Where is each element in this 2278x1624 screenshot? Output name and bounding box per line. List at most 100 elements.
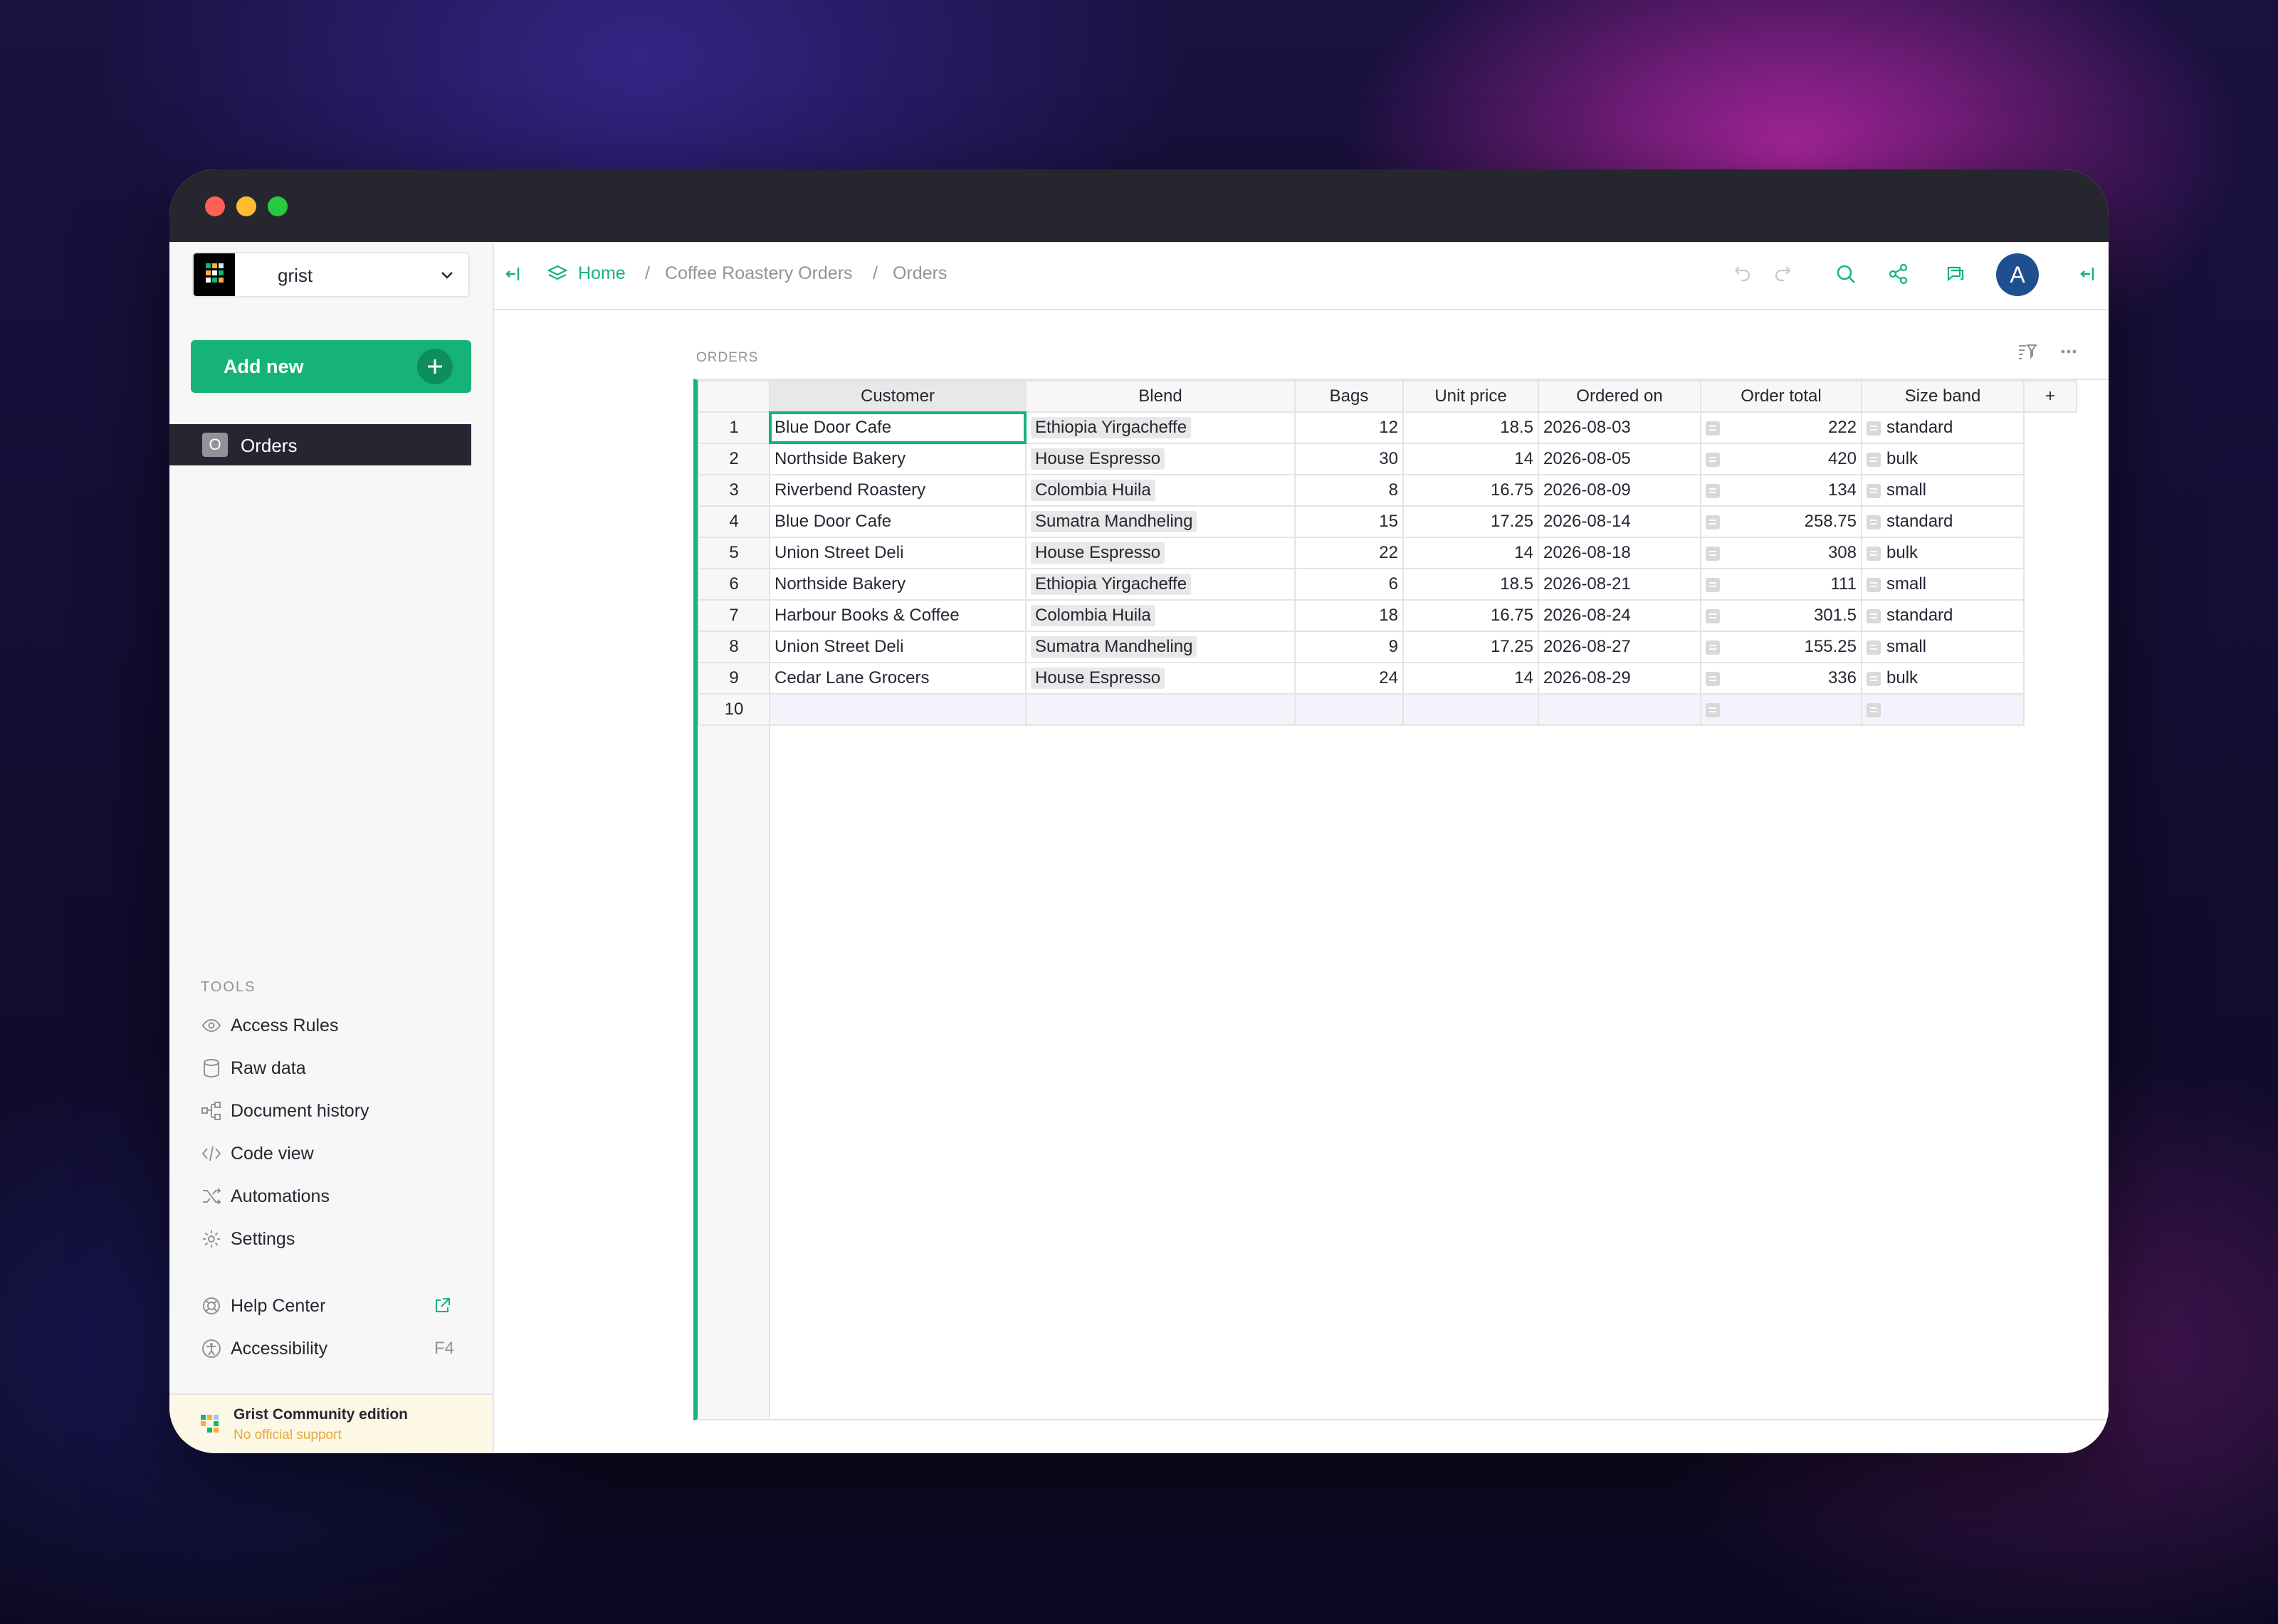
cell-bags[interactable]: 22 [1294, 537, 1404, 569]
workspace-selector[interactable]: grist [192, 252, 470, 297]
cell-ordered-on[interactable]: 2026-08-21 [1538, 568, 1701, 601]
minimize-window-button[interactable] [236, 196, 256, 216]
tool-automations[interactable]: Automations [201, 1181, 471, 1210]
cell-ordered-on[interactable]: 2026-08-24 [1538, 599, 1701, 632]
empty-cell[interactable] [1402, 693, 1539, 726]
maximize-window-button[interactable] [268, 196, 288, 216]
cell-order-total[interactable]: 308 [1700, 537, 1862, 569]
cell-order-total[interactable]: 420 [1700, 443, 1862, 475]
cell-bags[interactable]: 6 [1294, 568, 1404, 601]
cell-customer[interactable]: Blue Door Cafe [769, 411, 1027, 444]
cell-ordered-on[interactable]: 2026-08-05 [1538, 443, 1701, 475]
redo-icon[interactable] [1771, 260, 1798, 288]
cell-order-total[interactable]: 222 [1700, 411, 1862, 444]
row-number[interactable]: 5 [698, 537, 770, 569]
cell-bags[interactable]: 9 [1294, 631, 1404, 663]
cell-unit-price[interactable]: 16.75 [1402, 474, 1539, 507]
cell-customer[interactable]: Riverbend Roastery [769, 474, 1027, 507]
cell-unit-price[interactable]: 14 [1402, 537, 1539, 569]
empty-cell[interactable] [1700, 693, 1862, 726]
cell-order-total[interactable]: 336 [1700, 662, 1862, 695]
collapse-left-panel-icon[interactable] [501, 260, 528, 288]
accessibility-link[interactable]: Accessibility F4 [201, 1334, 471, 1362]
row-number[interactable]: 6 [698, 568, 770, 601]
search-icon[interactable] [1832, 260, 1859, 288]
column-header[interactable]: Customer [769, 380, 1027, 413]
cell-order-total[interactable]: 155.25 [1700, 631, 1862, 663]
cell-unit-price[interactable]: 14 [1402, 662, 1539, 695]
cell-size-band[interactable]: small [1861, 631, 2025, 663]
empty-cell[interactable] [1025, 693, 1296, 726]
cell-bags[interactable]: 15 [1294, 505, 1404, 538]
user-avatar[interactable]: A [1996, 253, 2039, 296]
cell-bags[interactable]: 24 [1294, 662, 1404, 695]
row-number[interactable]: 9 [698, 662, 770, 695]
cell-customer[interactable]: Northside Bakery [769, 443, 1027, 475]
undo-icon[interactable] [1727, 260, 1754, 288]
cell-bags[interactable]: 8 [1294, 474, 1404, 507]
column-header[interactable]: Size band [1861, 380, 2025, 413]
row-number[interactable]: 1 [698, 411, 770, 444]
cell-blend[interactable]: House Espresso [1025, 537, 1296, 569]
tool-settings[interactable]: Settings [201, 1224, 471, 1253]
cell-bags[interactable]: 18 [1294, 599, 1404, 632]
cell-ordered-on[interactable]: 2026-08-27 [1538, 631, 1701, 663]
row-number[interactable]: 7 [698, 599, 770, 632]
breadcrumb-doc[interactable]: Coffee Roastery Orders [665, 263, 853, 284]
cell-customer[interactable]: Blue Door Cafe [769, 505, 1027, 538]
tool-document-history[interactable]: Document history [201, 1096, 471, 1124]
column-header[interactable]: Bags [1294, 380, 1404, 413]
column-header[interactable]: Blend [1025, 380, 1296, 413]
tool-code-view[interactable]: Code view [201, 1139, 471, 1167]
cell-size-band[interactable]: bulk [1861, 537, 2025, 569]
row-number-header[interactable] [698, 380, 770, 413]
cell-blend[interactable]: Ethiopia Yirgacheffe [1025, 411, 1296, 444]
cell-blend[interactable]: Ethiopia Yirgacheffe [1025, 568, 1296, 601]
new-row[interactable]: 10 [698, 693, 2077, 726]
add-new-button[interactable]: Add new [191, 340, 471, 393]
row-number[interactable]: 2 [698, 443, 770, 475]
help-center-link[interactable]: Help Center [201, 1291, 471, 1319]
cell-ordered-on[interactable]: 2026-08-14 [1538, 505, 1701, 538]
cell-unit-price[interactable]: 17.25 [1402, 631, 1539, 663]
breadcrumb-page[interactable]: Orders [893, 263, 947, 284]
cell-unit-price[interactable]: 18.5 [1402, 411, 1539, 444]
cell-order-total[interactable]: 134 [1700, 474, 1862, 507]
comments-icon[interactable] [1942, 260, 1969, 288]
cell-unit-price[interactable]: 16.75 [1402, 599, 1539, 632]
empty-cell[interactable] [1294, 693, 1404, 726]
empty-cell[interactable] [769, 693, 1027, 726]
cell-customer[interactable]: Union Street Deli [769, 631, 1027, 663]
cell-ordered-on[interactable]: 2026-08-09 [1538, 474, 1701, 507]
add-column-button[interactable]: + [2023, 380, 2077, 413]
column-header[interactable]: Unit price [1402, 380, 1539, 413]
cell-blend[interactable]: Sumatra Mandheling [1025, 505, 1296, 538]
column-header[interactable]: Ordered on [1538, 380, 1701, 413]
cell-order-total[interactable]: 111 [1700, 568, 1862, 601]
cell-customer[interactable]: Northside Bakery [769, 568, 1027, 601]
page-item-orders[interactable]: O Orders [169, 424, 471, 465]
sort-filter-icon[interactable] [2016, 340, 2039, 363]
collapse-right-panel-icon[interactable] [2073, 260, 2100, 288]
cell-bags[interactable]: 12 [1294, 411, 1404, 444]
close-window-button[interactable] [205, 196, 225, 216]
cell-blend[interactable]: House Espresso [1025, 443, 1296, 475]
cell-unit-price[interactable]: 18.5 [1402, 568, 1539, 601]
more-options-icon[interactable] [2057, 340, 2080, 363]
row-number[interactable]: 8 [698, 631, 770, 663]
breadcrumb-home[interactable]: Home [578, 263, 626, 284]
cell-size-band[interactable]: standard [1861, 505, 2025, 538]
cell-customer[interactable]: Cedar Lane Grocers [769, 662, 1027, 695]
cell-blend[interactable]: Colombia Huila [1025, 474, 1296, 507]
tool-access-rules[interactable]: Access Rules [201, 1011, 471, 1039]
cell-size-band[interactable]: standard [1861, 411, 2025, 444]
cell-unit-price[interactable]: 14 [1402, 443, 1539, 475]
cell-size-band[interactable]: bulk [1861, 443, 2025, 475]
row-number[interactable]: 4 [698, 505, 770, 538]
column-header[interactable]: Order total [1700, 380, 1862, 413]
cell-size-band[interactable]: bulk [1861, 662, 2025, 695]
empty-cell[interactable] [1538, 693, 1701, 726]
edition-banner[interactable]: Grist Community edition No official supp… [169, 1393, 493, 1453]
cell-customer[interactable]: Union Street Deli [769, 537, 1027, 569]
cell-blend[interactable]: Sumatra Mandheling [1025, 631, 1296, 663]
